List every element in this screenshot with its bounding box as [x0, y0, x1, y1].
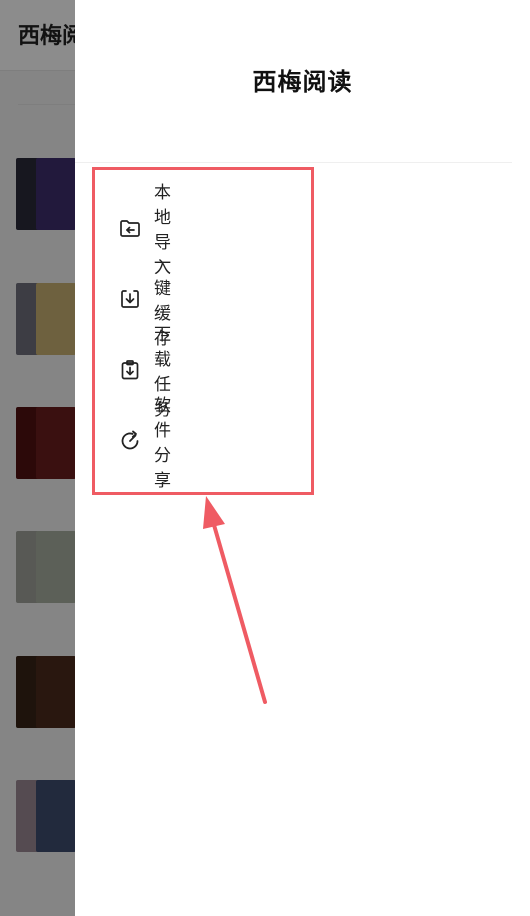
menu-item-share-app[interactable]: 软件分享	[118, 396, 171, 490]
menu-item-one-click-cache[interactable]: 一键缓存	[118, 254, 171, 348]
share-refresh-icon	[118, 429, 142, 453]
menu-item-local-import[interactable]: 本地导入	[118, 183, 171, 277]
clipboard-download-icon	[118, 358, 142, 382]
menu-item-download-tasks[interactable]: 下载任务	[118, 325, 171, 419]
menu-item-label: 软件分享	[154, 396, 171, 490]
download-tray-icon	[118, 287, 142, 311]
folder-import-icon	[118, 216, 142, 240]
drawer-title: 西梅阅读	[252, 67, 353, 96]
drawer-divider	[75, 162, 512, 163]
